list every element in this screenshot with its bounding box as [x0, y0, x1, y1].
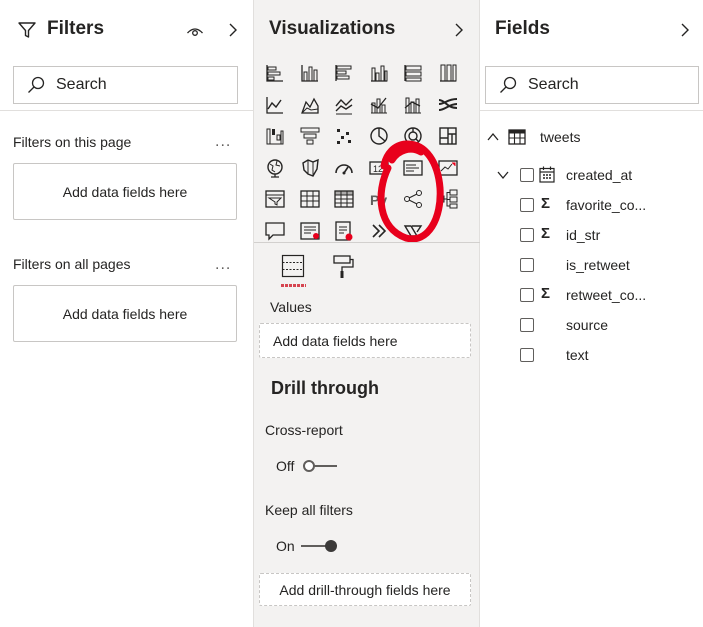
visualizations-pane: Visualizations 123 Py Values Add data fie… [254, 0, 480, 627]
scatter-chart-icon[interactable] [333, 125, 355, 147]
filters-all-more-button[interactable]: ... [215, 256, 231, 274]
collapse-visualizations-chevron-icon[interactable] [451, 20, 467, 40]
calendar-icon [539, 166, 555, 188]
collapse-filters-chevron-icon[interactable] [225, 20, 241, 40]
field-checkbox[interactable] [520, 348, 534, 362]
area-chart-icon[interactable] [299, 94, 321, 116]
clustered-column-chart-icon[interactable] [368, 62, 390, 84]
filled-map-icon[interactable] [299, 157, 321, 179]
field-checkbox[interactable] [520, 198, 534, 212]
filters-title: Filters [47, 18, 105, 39]
field-checkbox[interactable] [520, 228, 534, 242]
field-name[interactable]: created_at [566, 167, 632, 183]
annotation-circle [377, 140, 444, 243]
map-icon[interactable] [264, 157, 286, 179]
field-name[interactable]: id_str [566, 227, 600, 243]
field-name[interactable]: retweet_co... [566, 287, 646, 303]
field-checkbox[interactable] [520, 168, 534, 182]
table-expand-chevron-icon[interactable] [486, 130, 500, 144]
cross-report-label: Cross-report [265, 422, 343, 438]
waterfall-chart-icon[interactable] [264, 125, 286, 147]
table-name-tweets[interactable]: tweets [540, 129, 580, 145]
collapse-fields-chevron-icon[interactable] [677, 20, 693, 40]
field-checkbox[interactable] [520, 258, 534, 272]
search-icon [498, 75, 518, 95]
search-icon [26, 75, 46, 95]
fields-title: Fields [495, 18, 550, 39]
fields-search-placeholder: Search [528, 76, 579, 93]
table-icon [508, 129, 526, 145]
paginated-report-icon[interactable] [333, 220, 355, 242]
field-name[interactable]: favorite_co... [566, 197, 646, 213]
line-stacked-column-icon[interactable] [402, 94, 424, 116]
fields-divider [480, 110, 703, 111]
filters-pane: Filters Search Filters on this page ... … [0, 0, 254, 627]
line-clustered-column-icon[interactable] [368, 94, 390, 116]
keep-all-filters-label: Keep all filters [265, 502, 353, 518]
100-stacked-bar-chart-icon[interactable] [402, 62, 424, 84]
matrix-icon[interactable] [333, 188, 355, 210]
clustered-bar-chart-icon[interactable] [333, 62, 355, 84]
gauge-icon[interactable] [333, 157, 355, 179]
funnel-chart-icon[interactable] [299, 125, 321, 147]
field-name[interactable]: source [566, 317, 608, 333]
visualizations-title: Visualizations [269, 18, 396, 39]
sigma-icon: Σ [541, 195, 551, 212]
build-visual-icon[interactable] [281, 254, 305, 280]
line-chart-icon[interactable] [264, 94, 286, 116]
slicer-icon[interactable] [264, 188, 286, 210]
filters-on-page-label: Filters on this page [13, 134, 132, 150]
filters-divider [0, 110, 254, 111]
smart-narrative-icon[interactable] [299, 220, 321, 242]
sigma-icon: Σ [541, 225, 551, 242]
stacked-column-chart-icon[interactable] [299, 62, 321, 84]
filter-funnel-icon [17, 20, 37, 40]
field-name[interactable]: is_retweet [566, 257, 630, 273]
created-at-expand-chevron-icon[interactable] [496, 168, 510, 182]
drill-through-dropzone[interactable]: Add drill-through fields here [259, 573, 471, 606]
values-dropzone[interactable]: Add data fields here [259, 323, 471, 358]
eye-icon[interactable] [186, 24, 204, 38]
keep-all-filters-state: On [276, 538, 295, 554]
filters-page-more-button[interactable]: ... [215, 133, 231, 151]
viz-top-divider [254, 242, 480, 243]
qa-icon[interactable] [264, 220, 286, 242]
keep-all-filters-toggle[interactable] [301, 538, 341, 554]
filters-search-input[interactable]: Search [13, 66, 238, 104]
sigma-icon: Σ [541, 285, 551, 302]
filters-all-dropzone[interactable]: Add data fields here [13, 285, 237, 342]
drill-through-title: Drill through [271, 378, 379, 398]
table-icon[interactable] [299, 188, 321, 210]
stacked-area-chart-icon[interactable] [333, 94, 355, 116]
cross-report-toggle[interactable] [301, 458, 341, 474]
field-checkbox[interactable] [520, 318, 534, 332]
filters-on-all-pages-label: Filters on all pages [13, 256, 131, 272]
field-checkbox[interactable] [520, 288, 534, 302]
field-name[interactable]: text [566, 347, 589, 363]
filters-page-dropzone[interactable]: Add data fields here [13, 163, 237, 220]
filters-search-placeholder: Search [56, 76, 107, 93]
format-paint-roller-icon[interactable] [331, 254, 355, 280]
values-label: Values [270, 299, 312, 315]
fields-pane: Fields Search tweets created_at Σfavorite… [480, 0, 703, 627]
cross-report-state: Off [276, 458, 295, 474]
fields-search-input[interactable]: Search [485, 66, 699, 104]
build-visual-tab-underline [281, 284, 306, 287]
100-stacked-column-chart-icon[interactable] [437, 62, 459, 84]
ribbon-chart-icon[interactable] [437, 94, 459, 116]
stacked-bar-chart-icon[interactable] [264, 62, 286, 84]
